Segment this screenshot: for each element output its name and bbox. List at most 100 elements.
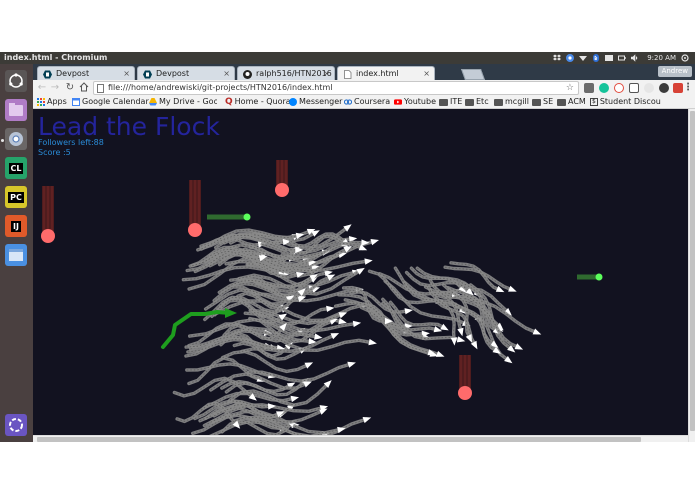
address-url[interactable]: file:///home/andrewiski/git-projects/HTN…	[108, 83, 332, 92]
quora-icon: Q	[225, 97, 233, 107]
files-icon[interactable]	[5, 99, 27, 121]
tab-close-icon[interactable]: ×	[223, 67, 230, 80]
flock-arrow	[347, 361, 356, 368]
wifi-icon[interactable]	[579, 54, 588, 62]
bookmarks-bar: Apps Google Calendar My Drive - Google Q…	[33, 96, 695, 109]
ubuntu-dash-icon[interactable]	[5, 70, 27, 92]
flock-arrow	[314, 333, 323, 340]
bookmark-folder-mcgill[interactable]: mcgill	[494, 96, 529, 108]
bookmark-my-drive[interactable]: My Drive - Google	[149, 96, 217, 108]
extension-dark-icon[interactable]	[659, 83, 669, 93]
bookmark-label: Student Discou	[599, 97, 661, 106]
chrome-tray-icon[interactable]	[566, 54, 575, 62]
trash-icon[interactable]	[5, 414, 27, 436]
tab-index-html[interactable]: index.html ×	[337, 66, 435, 80]
system-tray: 9:20 AM	[553, 52, 689, 64]
clock[interactable]: 9:20 AM	[647, 52, 676, 64]
scrollbar-thumb[interactable]	[690, 111, 695, 431]
tab-close-icon[interactable]: ×	[423, 67, 430, 80]
power-gear-icon[interactable]	[681, 54, 689, 62]
pocket-icon[interactable]	[644, 83, 654, 93]
folder-icon	[465, 98, 474, 106]
flock-arrow	[303, 381, 312, 388]
followers-value: 88	[93, 138, 104, 147]
tab-label: Devpost	[56, 69, 90, 78]
volume-icon[interactable]	[630, 54, 639, 62]
download-extension-icon[interactable]	[629, 83, 639, 93]
forward-arrow-icon[interactable]: →	[49, 82, 61, 94]
dropbox-icon[interactable]	[553, 54, 562, 62]
extension-circle-icon[interactable]	[614, 83, 624, 93]
bookmark-youtube[interactable]: Youtube	[394, 96, 436, 108]
extension-box-icon[interactable]	[584, 83, 594, 93]
tab-devpost-2[interactable]: Devpost ×	[137, 66, 235, 80]
intellij-icon[interactable]: IJ	[5, 215, 27, 237]
bookmark-folder-se[interactable]: SE	[532, 96, 553, 108]
new-tab-button[interactable]	[460, 69, 486, 80]
tab-close-icon[interactable]: ×	[323, 67, 330, 80]
bottom-margin	[0, 442, 695, 494]
food	[595, 273, 603, 281]
window-title-bar: index.html - Chromium 9:20 AM	[0, 52, 695, 64]
flock-arrow	[338, 312, 348, 319]
messenger-icon	[289, 98, 297, 106]
bookmark-folder-acm[interactable]: ACM	[557, 96, 586, 108]
menu-kebab-icon[interactable]: ⋮	[682, 82, 694, 94]
bookmark-google-calendar[interactable]: Google Calendar	[72, 96, 149, 108]
bookmark-student-discount[interactable]: $ Student Discou	[590, 96, 661, 108]
pycharm-icon[interactable]: PC	[5, 186, 27, 208]
bookmark-folder-ite[interactable]: ITE	[439, 96, 462, 108]
bookmark-apps[interactable]: Apps	[37, 96, 67, 108]
predator	[41, 229, 55, 243]
bookmark-quora[interactable]: Q Home - Quora	[225, 96, 291, 108]
chromium-icon[interactable]	[5, 128, 27, 150]
unity-launcher: CL PC IJ	[0, 64, 33, 442]
game-canvas[interactable]	[33, 109, 695, 442]
leader-arrow	[225, 308, 237, 318]
bookmark-label: Youtube	[404, 97, 436, 106]
address-bar[interactable]: file:///home/andrewiski/git-projects/HTN…	[93, 81, 579, 95]
bookmark-folder-etc[interactable]: Etc	[465, 96, 489, 108]
page-viewport: Lead the Flock Followers left:88 Score :…	[33, 109, 695, 442]
flock-arrow	[368, 338, 377, 346]
home-icon[interactable]	[78, 82, 90, 94]
flock-arrow	[290, 395, 299, 403]
workspaces-icon[interactable]	[5, 244, 27, 266]
reload-icon[interactable]: ↻	[64, 82, 76, 94]
flock-trails	[172, 224, 542, 441]
profile-button[interactable]: Andrew	[657, 66, 692, 77]
tab-github[interactable]: ralph516/HTN2016 ×	[237, 66, 335, 80]
flock-arrow	[364, 258, 373, 265]
bookmark-label: Coursera	[354, 97, 391, 106]
horizontal-scrollbar[interactable]	[33, 435, 688, 442]
page-icon	[343, 70, 352, 79]
flock-arrow	[304, 362, 314, 369]
keyboard-icon[interactable]	[605, 54, 614, 62]
flock-arrow	[465, 334, 472, 343]
folder-icon	[439, 98, 448, 106]
followers-counter: Followers left:88	[38, 138, 104, 148]
battery-icon[interactable]	[618, 54, 626, 62]
score-counter: Score :5	[38, 148, 71, 158]
folder-icon	[494, 98, 503, 106]
bookmark-messenger[interactable]: Messenger	[289, 96, 342, 108]
grammarly-icon[interactable]	[599, 83, 609, 93]
bookmark-coursera[interactable]: Coursera	[344, 96, 390, 108]
flock-arrow	[362, 417, 372, 424]
page-info-icon[interactable]	[97, 84, 104, 93]
tab-devpost-1[interactable]: Devpost ×	[37, 66, 135, 80]
bookmark-label: My Drive - Google	[159, 97, 217, 106]
bookmark-label: ACM	[568, 97, 586, 106]
flock-arrow	[326, 305, 335, 312]
github-icon	[243, 70, 252, 79]
bookmark-label: Home - Quora	[234, 97, 291, 106]
clion-icon[interactable]: CL	[5, 157, 27, 179]
bookmark-star-icon[interactable]: ☆	[566, 82, 574, 94]
bookmark-label: SE	[543, 97, 554, 106]
bluetooth-icon[interactable]	[592, 54, 600, 62]
tab-close-icon[interactable]: ×	[123, 67, 130, 80]
back-arrow-icon[interactable]: ←	[36, 82, 48, 94]
vertical-scrollbar[interactable]	[688, 109, 695, 442]
predator	[458, 386, 472, 400]
flock-arrow	[330, 333, 340, 340]
